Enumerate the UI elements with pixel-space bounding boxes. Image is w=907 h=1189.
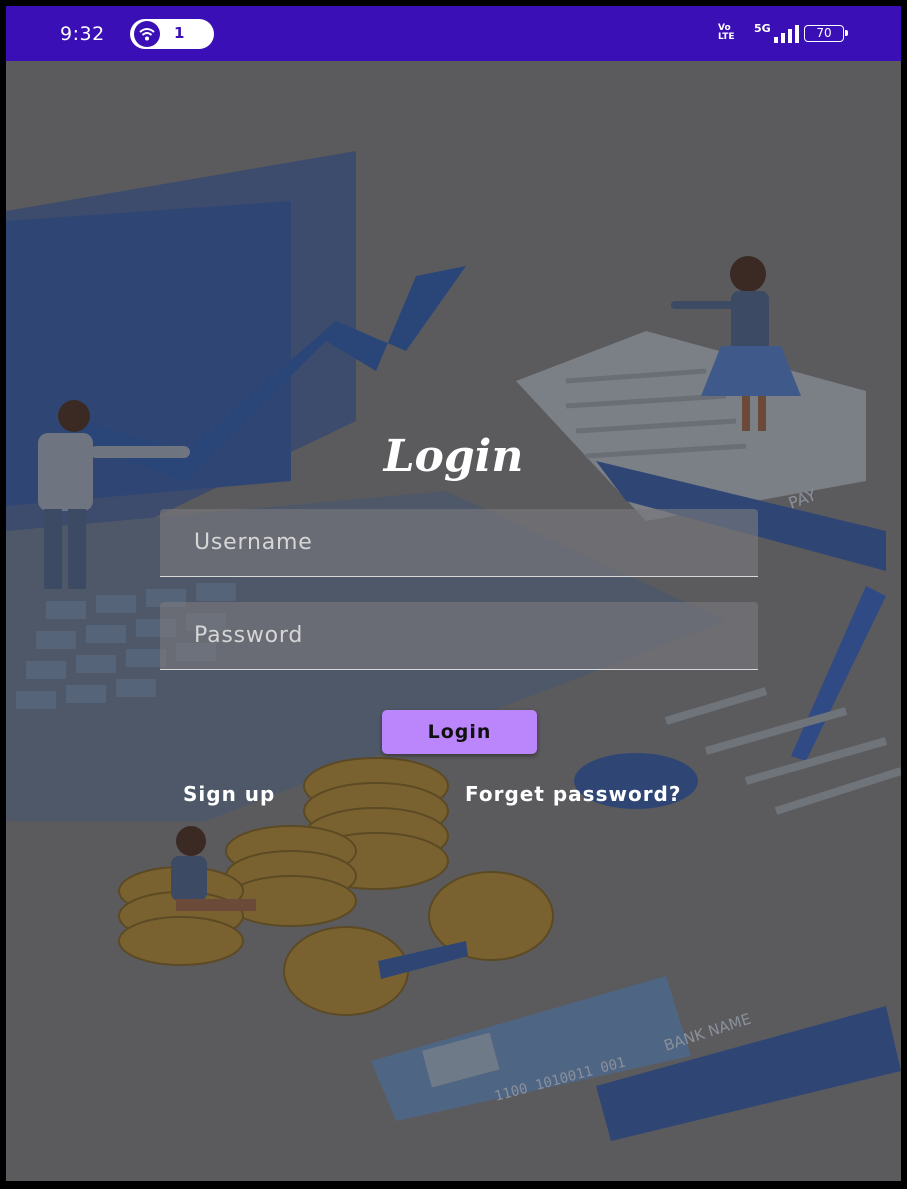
network-type: 5G [754, 22, 771, 35]
username-input[interactable] [160, 509, 758, 576]
status-bar: 9:32 1 Vo LTE 5G 70 [6, 6, 901, 61]
hotspot-count: 1 [174, 24, 185, 42]
wifi-hotspot-icon [134, 21, 160, 47]
forget-password-link[interactable]: Forget password? [465, 782, 681, 806]
status-time: 9:32 [60, 23, 105, 45]
signup-link[interactable]: Sign up [183, 782, 275, 806]
volte-icon: Vo LTE [718, 23, 735, 42]
hotspot-indicator: 1 [130, 19, 214, 49]
password-input[interactable] [160, 602, 758, 669]
page-title: Login [383, 431, 524, 482]
password-field[interactable] [160, 602, 758, 670]
login-button[interactable]: Login [382, 710, 537, 754]
battery-icon: 70 [804, 25, 848, 42]
signal-icon: 5G [754, 22, 799, 43]
username-field[interactable] [160, 509, 758, 577]
app-screen: 9:32 1 Vo LTE 5G 70 PAY BANK NAME 1100 1… [6, 6, 901, 1181]
